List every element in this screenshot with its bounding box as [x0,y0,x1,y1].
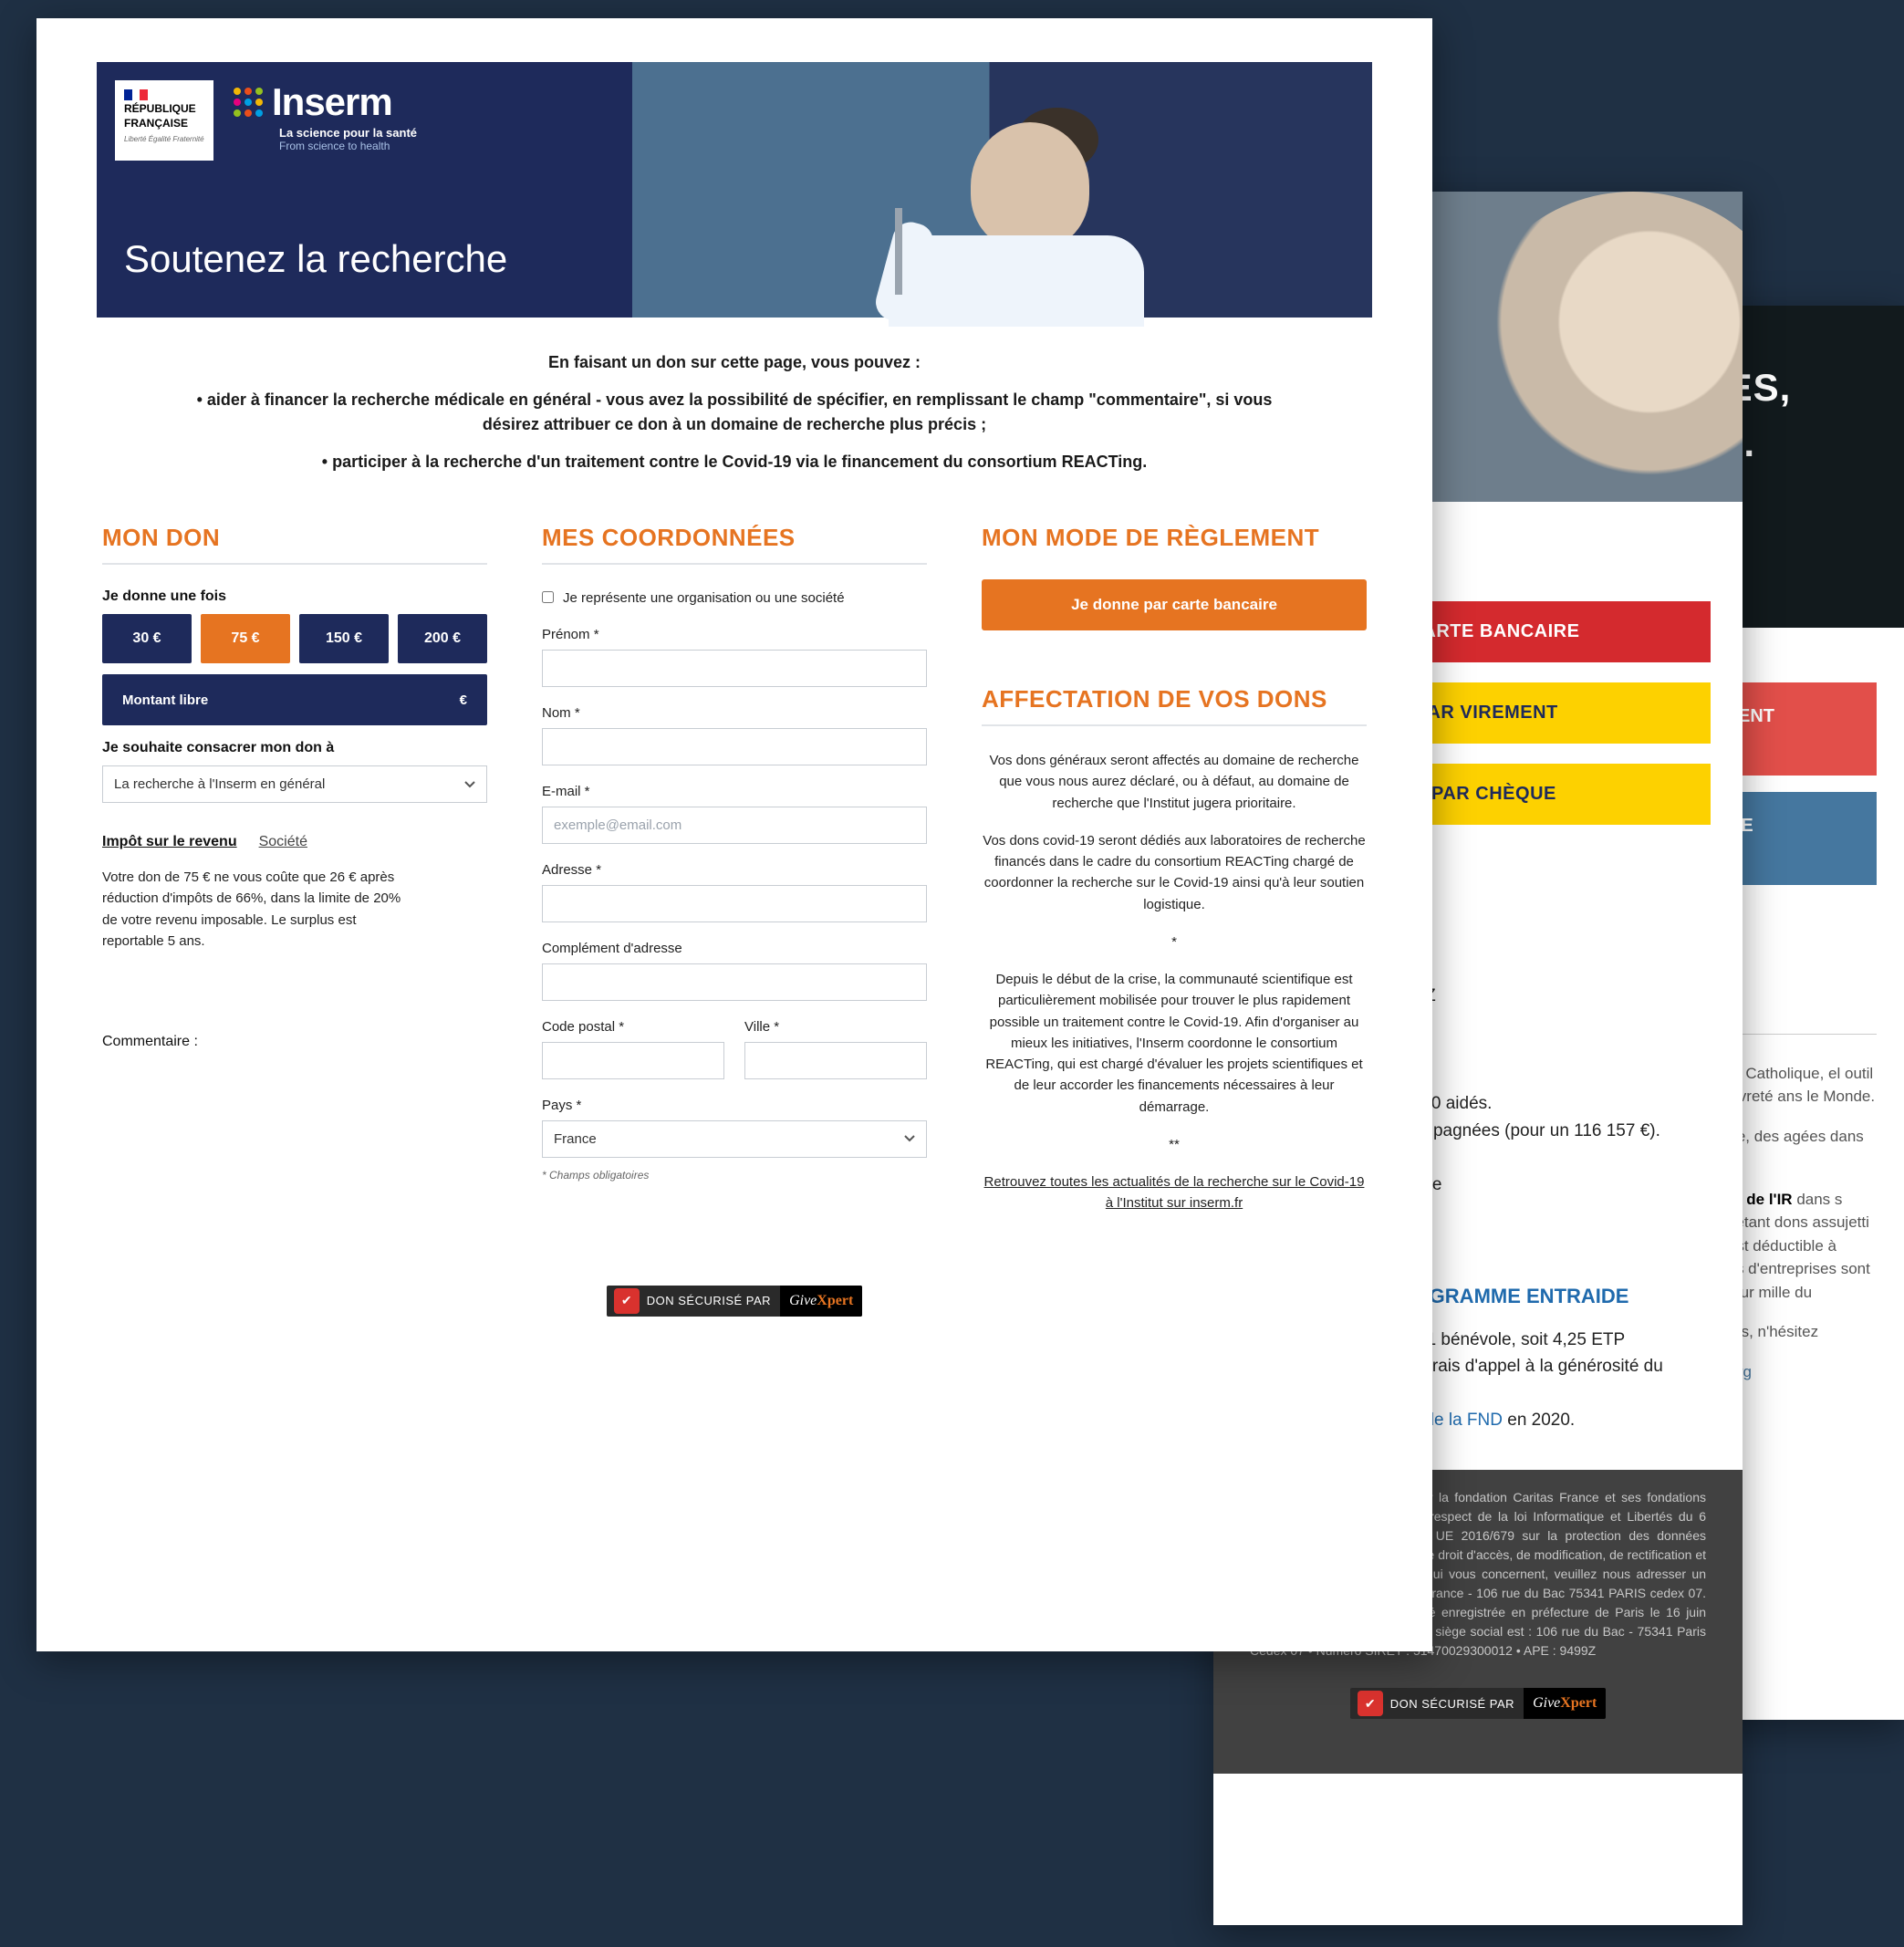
label-adresse: Adresse * [542,862,927,878]
paragraph: Depuis le début de la crise, la communau… [982,969,1367,1118]
banner-title: Soutenez la recherche [124,237,507,281]
section-title: MON MODE DE RÈGLEMENT [982,524,1367,552]
separator: * [982,932,1367,953]
tax-note: Votre don de 75 € ne vous coûte que 26 €… [102,867,412,952]
label-pays: Pays * [542,1098,927,1113]
label-nom: Nom * [542,705,927,721]
link-inserm-news[interactable]: Retrouvez toutes les actualités de la re… [984,1174,1365,1211]
input-complement[interactable] [542,963,927,1001]
amount-free[interactable]: Montant libre€ [102,674,487,725]
portrait-image [1469,192,1743,502]
intro-text: En faisant un don sur cette page, vous p… [36,318,1432,505]
input-cp[interactable] [542,1042,724,1079]
label-dedicate: Je souhaite consacrer mon don à [102,740,487,756]
form-card-inserm: RÉPUBLIQUE FRANÇAISE Liberté Égalité Fra… [36,18,1432,1651]
label-cp: Code postal * [542,1019,724,1035]
logo-republique-francaise: RÉPUBLIQUE FRANÇAISE Liberté Égalité Fra… [115,80,213,161]
col-mon-don: MON DON Je donne une fois 30 € 75 € 150 … [102,524,487,1231]
label-once: Je donne une fois [102,588,487,605]
dots-icon [234,88,263,117]
secure-badge: ✔ DON SÉCURISÉ PAR GiveXpert [607,1286,863,1317]
label-email: E-mail * [542,784,927,799]
label-org: Je représente une organisation ou une so… [563,588,845,609]
paragraph: Vos dons covid-19 seront dédiés aux labo… [982,830,1367,915]
tab-ir[interactable]: Impôt sur le revenu [102,834,237,850]
secure-badge: ✔ DON SÉCURISÉ PAR GiveXpert [1350,1688,1607,1719]
amount-200[interactable]: 200 € [398,614,487,663]
tab-societe[interactable]: Société [259,834,307,850]
flag-icon [124,89,148,100]
select-pays[interactable]: France [542,1120,927,1158]
scientist-image [852,62,1235,318]
required-note: * Champs obligatoires [542,1169,927,1182]
amount-75[interactable]: 75 € [201,614,290,663]
shield-icon: ✔ [1358,1691,1383,1716]
logo-inserm: Inserm La science pour la santé From sci… [234,80,417,152]
label-prenom: Prénom * [542,627,927,642]
select-domain[interactable]: La recherche à l'Inserm en général [102,765,487,803]
section-title: MES COORDONNÉES [542,524,927,565]
col-coordonnees: MES COORDONNÉES Je représente une organi… [542,524,927,1231]
amount-150[interactable]: 150 € [299,614,389,663]
input-prenom[interactable] [542,650,927,687]
label-comment: Commentaire : [102,1034,487,1050]
btn-pay-cb[interactable]: Je donne par carte bancaire [982,579,1367,630]
section-title: MON DON [102,524,487,565]
section-title-affectation: AFFECTATION DE VOS DONS [982,685,1367,726]
input-email[interactable] [542,807,927,844]
input-adresse[interactable] [542,885,927,922]
label-ville: Ville * [744,1019,927,1035]
paragraph: Vos dons généraux seront affectés au dom… [982,750,1367,814]
separator: ** [982,1134,1367,1155]
checkbox-org[interactable] [542,591,554,603]
input-nom[interactable] [542,728,927,765]
amount-30[interactable]: 30 € [102,614,192,663]
banner: RÉPUBLIQUE FRANÇAISE Liberté Égalité Fra… [97,62,1372,318]
label-complement: Complément d'adresse [542,941,927,956]
shield-icon: ✔ [614,1288,640,1314]
col-reglement: MON MODE DE RÈGLEMENT Je donne par carte… [982,524,1367,1231]
input-ville[interactable] [744,1042,927,1079]
